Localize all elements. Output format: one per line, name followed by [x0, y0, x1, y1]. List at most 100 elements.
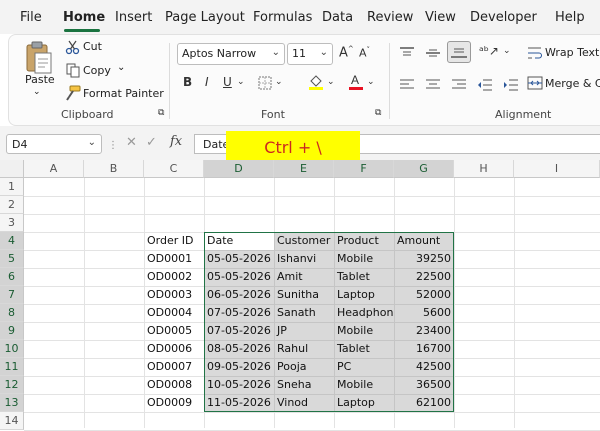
row-header-7[interactable]: 7: [0, 286, 24, 304]
paste-icon[interactable]: [21, 39, 55, 75]
cell-order-id[interactable]: OD0009: [144, 394, 204, 412]
column-header-h[interactable]: H: [454, 160, 514, 178]
ribbon-separator: [169, 43, 170, 119]
paste-label[interactable]: Paste: [25, 73, 55, 86]
cell-order-id[interactable]: OD0002: [144, 268, 204, 286]
scissors-icon[interactable]: [65, 39, 81, 55]
clipboard-launcher-icon[interactable]: ⧉: [158, 108, 164, 118]
gridline-vertical: [454, 178, 455, 428]
name-box-value: D4: [12, 138, 28, 151]
align-bottom-icon[interactable]: [447, 41, 471, 63]
decrease-indent-icon[interactable]: [477, 77, 493, 91]
borders-dropdown-icon[interactable]: ⌄: [275, 77, 283, 87]
menu-insert[interactable]: Insert: [115, 10, 152, 25]
column-header-d[interactable]: D: [204, 160, 274, 178]
decrease-font-icon[interactable]: A˅: [359, 46, 370, 60]
cell-order-id[interactable]: OD0003: [144, 286, 204, 304]
underline-icon[interactable]: U: [223, 75, 232, 89]
row-header-1[interactable]: 1: [0, 178, 24, 196]
font-launcher-icon[interactable]: ⧉: [375, 108, 381, 118]
more-options-icon[interactable]: ⋮: [108, 140, 118, 151]
enter-icon[interactable]: ✓: [146, 135, 157, 150]
font-color-icon[interactable]: A: [347, 72, 365, 92]
row-header-4[interactable]: 4: [0, 232, 24, 250]
menu-home[interactable]: Home: [63, 10, 105, 25]
align-left-icon[interactable]: [399, 77, 415, 91]
font-size-value: 11: [292, 47, 306, 60]
font-name-dropdown[interactable]: Aptos Narrow ⌄: [177, 43, 285, 65]
select-all-corner[interactable]: [0, 160, 24, 178]
column-header-c[interactable]: C: [144, 160, 204, 178]
menu-file[interactable]: File: [20, 10, 42, 25]
row-header-12[interactable]: 12: [0, 376, 24, 394]
align-top-icon[interactable]: [399, 45, 415, 59]
gridline-vertical: [84, 178, 85, 428]
copy-icon[interactable]: [65, 62, 81, 78]
font-size-dropdown[interactable]: 11 ⌄: [287, 43, 333, 65]
align-right-icon[interactable]: [451, 77, 467, 91]
row-header-8[interactable]: 8: [0, 304, 24, 322]
wrap-text-button[interactable]: Wrap Text: [545, 46, 599, 59]
column-header-e[interactable]: E: [274, 160, 334, 178]
name-box[interactable]: D4 ⌄: [6, 134, 102, 154]
borders-icon[interactable]: [257, 75, 273, 91]
row-header-11[interactable]: 11: [0, 358, 24, 376]
chevron-down-icon[interactable]: ⌄: [88, 137, 96, 148]
row-header-13[interactable]: 13: [0, 394, 24, 412]
increase-font-icon[interactable]: A^: [339, 45, 354, 60]
format-painter-button[interactable]: Format Painter: [83, 87, 164, 100]
row-header-2[interactable]: 2: [0, 196, 24, 214]
underline-dropdown-icon[interactable]: ⌄: [237, 77, 245, 87]
row-header-6[interactable]: 6: [0, 268, 24, 286]
insert-function-icon[interactable]: fx: [170, 134, 182, 149]
increase-indent-icon[interactable]: [503, 77, 519, 91]
font-name-value: Aptos Narrow: [182, 47, 257, 60]
menu-page-layout[interactable]: Page Layout: [165, 10, 245, 25]
cell-order-id[interactable]: OD0004: [144, 304, 204, 322]
font-group-label: Font: [261, 108, 285, 121]
column-header-g[interactable]: G: [394, 160, 454, 178]
row-header-10[interactable]: 10: [0, 340, 24, 358]
column-header-f[interactable]: F: [334, 160, 394, 178]
menu-review[interactable]: Review: [367, 10, 413, 25]
menu-formulas[interactable]: Formulas: [253, 10, 312, 25]
bold-icon[interactable]: B: [183, 75, 192, 89]
column-header-a[interactable]: A: [24, 160, 84, 178]
orientation-dropdown-icon[interactable]: ⌄: [503, 46, 511, 56]
copy-button[interactable]: Copy: [83, 64, 111, 77]
row-header-3[interactable]: 3: [0, 214, 24, 232]
cancel-icon[interactable]: ✕: [126, 135, 137, 150]
cell-order-id[interactable]: OD0008: [144, 376, 204, 394]
cell-order-id[interactable]: OD0007: [144, 358, 204, 376]
column-header-b[interactable]: B: [84, 160, 144, 178]
italic-icon[interactable]: I: [205, 75, 209, 89]
cell-order-id[interactable]: OD0001: [144, 250, 204, 268]
cell-order-id[interactable]: OD0005: [144, 322, 204, 340]
merge-center-icon[interactable]: [527, 75, 543, 91]
menu-data[interactable]: Data: [322, 10, 353, 25]
row-header-14[interactable]: 14: [0, 412, 24, 430]
row-header-5[interactable]: 5: [0, 250, 24, 268]
align-center-icon[interactable]: [425, 77, 441, 91]
font-color-dropdown-icon[interactable]: ⌄: [367, 77, 375, 87]
fill-color-dropdown-icon[interactable]: ⌄: [327, 77, 335, 87]
cut-button[interactable]: Cut: [83, 40, 102, 53]
alignment-group-label: Alignment: [495, 108, 552, 121]
merge-center-button[interactable]: Merge & C: [545, 77, 600, 90]
shortcut-text: Ctrl + \: [264, 137, 322, 157]
row-header-9[interactable]: 9: [0, 322, 24, 340]
column-header-i[interactable]: I: [514, 160, 600, 178]
fill-color-icon[interactable]: [307, 73, 325, 91]
paste-dropdown-icon[interactable]: ⌄: [33, 87, 41, 97]
format-painter-icon[interactable]: [64, 85, 82, 101]
align-middle-icon[interactable]: [425, 45, 441, 59]
cell-order-id[interactable]: OD0006: [144, 340, 204, 358]
header-cell-order-id[interactable]: Order ID: [144, 232, 204, 250]
orientation-icon[interactable]: ᵃᵇ↗: [479, 44, 499, 58]
copy-dropdown-icon[interactable]: ⌄: [117, 62, 125, 73]
wrap-text-icon[interactable]: [527, 45, 543, 61]
svg-text:A: A: [351, 73, 359, 87]
menu-help[interactable]: Help: [555, 10, 585, 25]
menu-developer[interactable]: Developer: [470, 10, 537, 25]
menu-view[interactable]: View: [425, 10, 456, 25]
